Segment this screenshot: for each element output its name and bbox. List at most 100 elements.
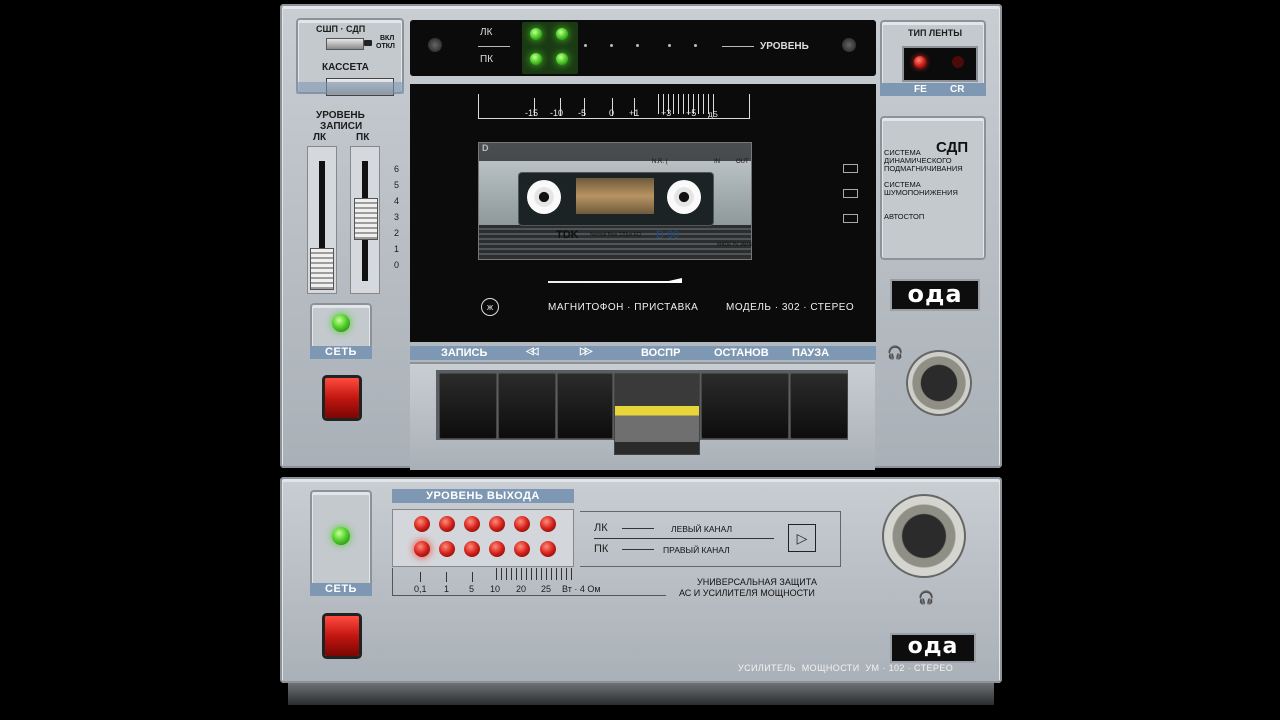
cassette-label: КАССЕТА: [322, 62, 369, 73]
cassette-side-label: D: [482, 143, 489, 153]
amp-scale-0-1: 0,1: [414, 584, 427, 594]
transport-record-label: ЗАПИСЬ: [441, 347, 488, 359]
cassette-reel-left-icon: [527, 180, 561, 214]
legend-left-line: [622, 528, 654, 529]
output-right-led-4: [489, 541, 505, 557]
deck-brand-logo: ода: [890, 279, 980, 311]
vu-right-led-2: [556, 53, 568, 65]
left-blue-strip: [296, 82, 404, 94]
slider-left-label: ЛК: [313, 132, 327, 143]
amp-scale-25: 25: [541, 584, 552, 594]
screw-left-icon: [428, 38, 442, 52]
output-level-label: УРОВЕНЬ ВЫХОДА: [392, 489, 574, 503]
cassette-brand: TDK: [556, 229, 579, 241]
amp-scale-10: 10: [490, 584, 501, 594]
slider-tick-3: 3: [394, 212, 400, 222]
vu-scale-p1: +1: [629, 108, 640, 118]
output-right-led-2: [439, 541, 455, 557]
vu-level-line: [722, 46, 754, 47]
amp-din-socket[interactable]: [882, 494, 966, 578]
indicator-sdp: [843, 164, 858, 173]
output-left-led-2: [439, 516, 455, 532]
rec-level-label-2: ЗАПИСИ: [320, 121, 363, 132]
vu-left-label: ЛК: [480, 27, 493, 38]
vu-scale-db: дБ: [708, 110, 718, 119]
indicator-autostop: [843, 214, 858, 223]
speaker-icon: [364, 40, 372, 46]
protection-line-2: АС И УСИЛИТЕЛЯ МОЩНОСТИ: [679, 588, 815, 598]
amp-scale-20: 20: [516, 584, 527, 594]
vu-scale-m15: -15: [525, 108, 539, 118]
deck-power-led: [332, 314, 350, 332]
slider-left-knob[interactable]: [310, 248, 334, 290]
output-left-led-1: [414, 516, 430, 532]
fast-forward-button[interactable]: [557, 373, 613, 439]
cassette-out-label: OUT: [736, 159, 749, 165]
cassette-reel-right-icon: [667, 180, 701, 214]
vu-level-label: УРОВЕНЬ: [760, 41, 809, 52]
legend-divider: [594, 538, 774, 539]
legend-right-long: ПРАВЫЙ КАНАЛ: [663, 545, 730, 555]
deck-description: МАГНИТОФОН · ПРИСТАВКА: [548, 302, 699, 313]
tape-type-strip: [880, 83, 986, 96]
amp-scale: [392, 568, 666, 596]
sdp-label: СШП · СДП: [316, 24, 366, 34]
legend-left-short: ЛК: [594, 522, 608, 534]
tape-cr-led: [952, 56, 964, 68]
record-button[interactable]: [439, 373, 497, 439]
vkl-label: ВКЛ: [380, 35, 395, 42]
cassette-in-label: IN: [714, 159, 720, 165]
slider-tick-2: 2: [394, 228, 400, 238]
slider-tick-1: 1: [394, 244, 400, 254]
vu-scale-m10: -10: [550, 108, 564, 118]
amp-brand-logo: ода: [890, 633, 976, 663]
sdp-switch[interactable]: [326, 38, 364, 50]
amp-scale-1: 1: [444, 584, 450, 594]
output-left-led-3: [464, 516, 480, 532]
cassette-nr-label: N.R. (: [652, 159, 668, 165]
transport-stop-label: ОСТАНОВ: [714, 347, 769, 359]
slider-right-knob[interactable]: [354, 198, 378, 240]
deck-power-button[interactable]: [325, 378, 359, 418]
deck-din-socket[interactable]: [906, 350, 972, 416]
output-left-led-6: [540, 516, 556, 532]
indicator-nr: [843, 189, 858, 198]
output-right-led-6: [540, 541, 556, 557]
play-triangle-icon: ▷: [788, 524, 816, 552]
otkl-label: ОТКЛ: [376, 43, 395, 50]
systems-line-3: ПОДМАГНИЧИВАНИЯ: [884, 164, 963, 173]
amp-model: УСИЛИТЕЛЬ МОЩНОСТИ УМ · 102 · СТЕРЕО: [738, 663, 954, 673]
output-left-led-5: [514, 516, 530, 532]
slider-scale: 6 5 4 3 2 1 0: [394, 164, 406, 276]
play-button[interactable]: [614, 373, 700, 455]
vu-scale-m5: -5: [578, 108, 587, 118]
factory-logo-icon: ж: [481, 298, 499, 316]
pause-button[interactable]: [790, 373, 848, 439]
rewind-button[interactable]: [498, 373, 556, 439]
slider-tick-0: 0: [394, 260, 400, 270]
amp-bottom-shadow: [288, 683, 994, 705]
slider-tick-6: 6: [394, 164, 400, 174]
legend-right-short: ПК: [594, 543, 609, 555]
slider-tick-5: 5: [394, 180, 400, 190]
nr-line-2: ШУМОПОНИЖЕНИЯ: [884, 188, 958, 197]
amp-power-led: [332, 527, 350, 545]
output-right-led-5: [514, 541, 530, 557]
output-left-led-4: [489, 516, 505, 532]
amp-scale-5: 5: [469, 584, 475, 594]
cassette-made: MADE IN JAPAN: [717, 242, 755, 248]
tape-fe-label: FE: [914, 84, 927, 95]
amp-power-button[interactable]: [325, 616, 359, 656]
transport-play-label: ВОСПР: [641, 347, 681, 359]
amp-scale-unit: Вт · 4 Ом: [562, 584, 601, 594]
output-right-led-1: [414, 541, 430, 557]
output-right-led-3: [464, 541, 480, 557]
deck-power-label: СЕТЬ: [310, 346, 372, 359]
tape-type-label: ТИП ЛЕНТЫ: [908, 28, 963, 38]
stop-button[interactable]: [701, 373, 789, 439]
deck-brand-text: ода: [907, 280, 963, 308]
amp-brand-text: ода: [907, 634, 959, 659]
vu-dots: [584, 44, 704, 48]
vu-left-led-1: [530, 28, 542, 40]
transport-ffwd-label: ▷▷: [580, 346, 593, 357]
